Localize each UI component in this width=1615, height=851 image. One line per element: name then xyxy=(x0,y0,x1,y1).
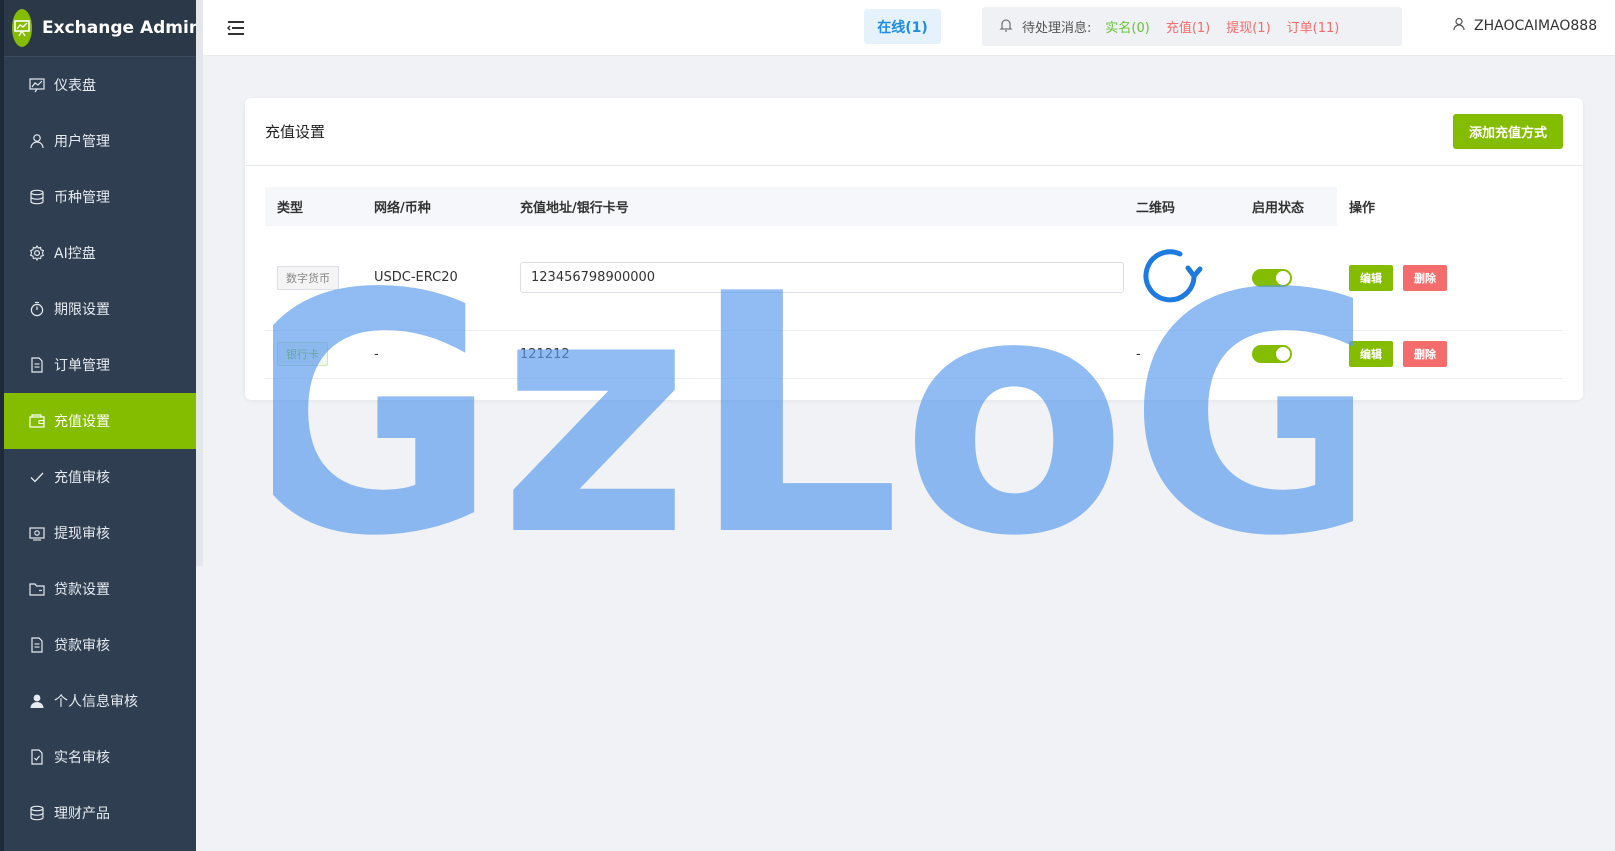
qrcode-cell: - xyxy=(1124,330,1240,379)
sidebar-item-label: AI控盘 xyxy=(54,246,96,262)
enable-toggle[interactable] xyxy=(1252,268,1292,287)
sidebar-item[interactable]: 充值审核 xyxy=(4,449,196,505)
topbar: 在线(1) 待处理消息: 实名(0) 充值(1) 提现(1) 订单(11) ZHAOC… xyxy=(203,0,1615,56)
sidebar-item[interactable]: 提现审核 xyxy=(4,505,196,561)
type-cell: 银行卡 xyxy=(265,330,362,379)
address-input[interactable] xyxy=(520,262,1124,294)
sidebar-item-label: 实名审核 xyxy=(54,750,110,766)
table-row: 数字货币 USDC-ERC20 编辑删除 xyxy=(265,226,1563,331)
qrcode-cell xyxy=(1124,226,1240,331)
database-icon xyxy=(28,804,46,822)
recharge-table: 类型 网络/币种 充值地址/银行卡号 二维码 启用状态 操作 数字货币 USDC… xyxy=(265,187,1563,379)
column-header: 网络/币种 xyxy=(362,187,508,226)
sidebar-item-label: 提现审核 xyxy=(54,526,110,542)
delete-button[interactable]: 删除 xyxy=(1403,341,1447,367)
pending-chips: 实名(0) 充值(1) 提现(1) 订单(11) xyxy=(1105,17,1355,36)
sidebar-item[interactable]: 币种管理 xyxy=(4,169,196,225)
sidebar-item-label: 充值审核 xyxy=(54,470,110,486)
pending-count-link[interactable]: 充值(1) xyxy=(1166,21,1210,36)
type-tag: 银行卡 xyxy=(277,342,328,366)
pending-count-link[interactable]: 实名(0) xyxy=(1105,21,1149,36)
card-header: 充值设置 添加充值方式 xyxy=(245,98,1583,166)
dashboard-icon xyxy=(28,76,46,94)
sidebar-scrollbar[interactable] xyxy=(196,0,203,566)
person-icon xyxy=(28,692,46,710)
database-icon xyxy=(28,188,46,206)
menu-toggle-icon[interactable] xyxy=(226,19,245,37)
address-cell xyxy=(508,226,1124,331)
column-header: 操作 xyxy=(1337,187,1563,226)
column-header: 充值地址/银行卡号 xyxy=(508,187,1124,226)
online-count-badge[interactable]: 在线(1) xyxy=(864,9,941,44)
sidebar-item[interactable]: 期限设置 xyxy=(4,281,196,337)
pending-messages: 待处理消息: 实名(0) 充值(1) 提现(1) 订单(11) xyxy=(982,7,1402,46)
sidebar-item-label: 用户管理 xyxy=(54,134,110,150)
app-title: Exchange Admin xyxy=(42,18,201,38)
actions-cell: 编辑 删除 xyxy=(1337,330,1563,379)
sidebar-item-label: 个人信息审核 xyxy=(54,694,138,710)
address-cell: 121212 xyxy=(508,330,1124,379)
sidebar-item[interactable]: 个人信息审核 xyxy=(4,673,196,729)
document-icon xyxy=(28,356,46,374)
add-recharge-method-button[interactable]: 添加充值方式 xyxy=(1452,114,1563,149)
sidebar-item-label: 订单管理 xyxy=(54,358,110,374)
gear-icon xyxy=(28,244,46,262)
type-tag: 数字货币 xyxy=(277,265,339,290)
sidebar-item-label: 理财产品 xyxy=(54,806,110,822)
username: ZHAOCAIMAO888 xyxy=(1474,18,1598,34)
network-cell: USDC-ERC20 xyxy=(362,226,508,331)
presentation-chart-icon xyxy=(12,9,32,47)
enable-toggle[interactable] xyxy=(1252,345,1292,363)
pending-count-link[interactable]: 提现(1) xyxy=(1226,21,1270,36)
network-cell: - xyxy=(362,330,508,379)
pending-count-link[interactable]: 订单(11) xyxy=(1287,21,1340,36)
stopwatch-icon xyxy=(28,300,46,318)
column-header: 二维码 xyxy=(1124,187,1240,226)
user-menu[interactable]: ZHAOCAIMAO888 xyxy=(1452,17,1597,35)
folder-icon xyxy=(28,580,46,598)
sidebar-item-label: 期限设置 xyxy=(54,302,110,318)
type-cell: 数字货币 xyxy=(265,226,362,331)
sidebar-item-label: 币种管理 xyxy=(54,190,110,206)
logo[interactable]: Exchange Admin xyxy=(4,0,201,57)
sidebar-item[interactable]: 用户管理 xyxy=(4,113,196,169)
sidebar-item-label: 贷款审核 xyxy=(54,638,110,654)
table-row: 银行卡 - 121212 - 编辑 删除 xyxy=(265,330,1563,379)
actions-cell: 编辑 删除 xyxy=(1337,226,1563,331)
user-icon xyxy=(28,132,46,150)
money-icon xyxy=(28,524,46,542)
status-cell xyxy=(1240,330,1337,379)
bell-icon xyxy=(998,17,1014,37)
sidebar-item[interactable]: 仪表盘 xyxy=(4,57,196,113)
loading-refresh-icon xyxy=(1136,242,1204,314)
column-header: 类型 xyxy=(265,187,362,226)
user-icon xyxy=(1452,17,1466,35)
sidebar-item-label: 贷款设置 xyxy=(54,582,110,598)
table-header-row: 类型 网络/币种 充值地址/银行卡号 二维码 启用状态 操作 xyxy=(265,187,1563,226)
edit-button[interactable]: 编辑 xyxy=(1349,341,1393,367)
pending-label: 待处理消息: xyxy=(1022,21,1092,36)
recharge-settings-card: 充值设置 添加充值方式 类型 网络/币种 充值地址/银行卡号 二维码 启用状态 … xyxy=(245,98,1583,400)
sidebar-item[interactable]: 贷款设置 xyxy=(4,561,196,617)
sidebar-item-label: 仪表盘 xyxy=(54,78,96,94)
card-title: 充值设置 xyxy=(265,123,326,141)
sidebar-item[interactable]: 理财产品 xyxy=(4,785,196,841)
sidebar-item[interactable]: 充值设置 xyxy=(4,393,196,449)
sidebar-item[interactable]: AI控盘 xyxy=(4,225,196,281)
edit-button[interactable]: 编辑 xyxy=(1349,264,1393,291)
sidebar-item[interactable]: 实名审核 xyxy=(4,729,196,785)
document-icon xyxy=(28,636,46,654)
check-icon xyxy=(28,468,46,486)
file-check-icon xyxy=(28,748,46,766)
sidebar-item-label: 充值设置 xyxy=(54,414,110,430)
sidebar-item[interactable]: 订单管理 xyxy=(4,337,196,393)
sidebar: Exchange Admin 仪表盘用户管理币种管理 AI控盘期限设置订单管理充值… xyxy=(0,0,201,851)
sidebar-item[interactable]: 贷款审核 xyxy=(4,617,196,673)
column-header: 启用状态 xyxy=(1240,187,1337,226)
status-cell xyxy=(1240,226,1337,331)
wallet-icon xyxy=(28,412,46,430)
delete-button[interactable]: 删除 xyxy=(1403,264,1447,291)
sidebar-nav: 仪表盘用户管理币种管理 AI控盘期限设置订单管理充值设置充值审核提现审核贷款设置贷… xyxy=(4,57,196,841)
